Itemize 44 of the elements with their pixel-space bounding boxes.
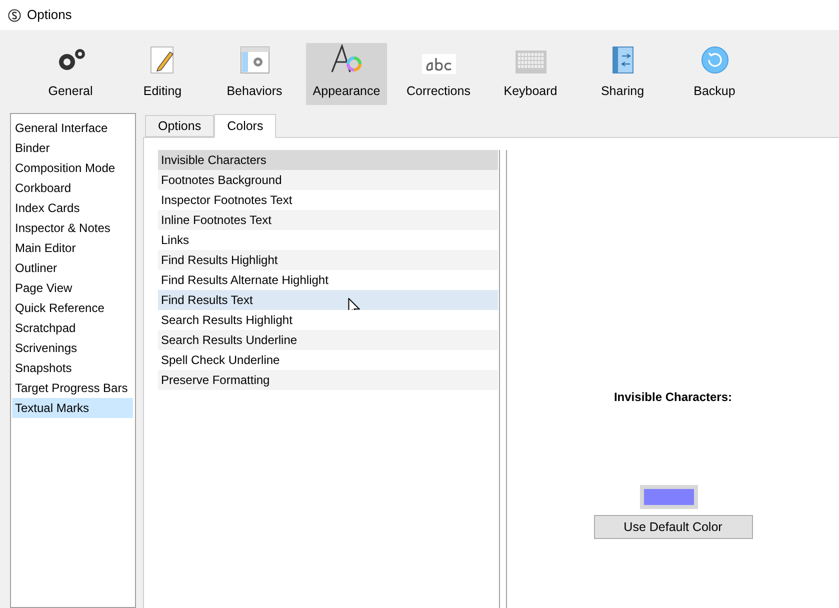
abc-icon — [422, 54, 456, 74]
sidebar-item[interactable]: Corkboard — [12, 178, 133, 198]
window-gear-icon — [240, 46, 270, 74]
backup-circle-icon — [700, 46, 728, 74]
toolbar-button[interactable]: Appearance — [306, 43, 387, 105]
sidebar-item[interactable]: Outliner — [12, 258, 133, 278]
sidebar-item[interactable]: Textual Marks — [12, 398, 133, 418]
color-list-item[interactable]: Search Results Underline — [158, 330, 498, 350]
tab[interactable]: Colors — [214, 114, 276, 138]
sidebar-item[interactable]: Scratchpad — [12, 318, 133, 338]
sidebar-item[interactable]: Snapshots — [12, 358, 133, 378]
sidebar-item[interactable]: Inspector & Notes — [12, 218, 133, 238]
sidebar-item[interactable]: Binder — [12, 138, 133, 158]
toolbar-button[interactable]: Editing — [122, 43, 203, 105]
sidebar-item[interactable]: Main Editor — [12, 238, 133, 258]
color-list-item[interactable]: Invisible Characters — [158, 150, 498, 170]
sidebar-item[interactable]: Index Cards — [12, 198, 133, 218]
window-title: Options — [27, 6, 72, 24]
tab[interactable]: Options — [145, 115, 214, 137]
color-list-item[interactable]: Inline Footnotes Text — [158, 210, 498, 230]
color-list-item[interactable]: Footnotes Background — [158, 170, 498, 190]
sidebar-item[interactable]: Page View — [12, 278, 133, 298]
toolbar-button[interactable]: General — [30, 43, 111, 105]
detail-heading: Invisible Characters: — [614, 389, 732, 406]
app-logo-icon — [8, 8, 21, 22]
pencil-note-icon — [150, 46, 176, 74]
sidebar-item[interactable]: Target Progress Bars — [12, 378, 133, 398]
letter-a-color-ring-icon — [330, 44, 364, 74]
toolbar-button[interactable]: Behaviors — [214, 43, 295, 105]
color-swatch[interactable] — [640, 485, 698, 509]
sidebar-item[interactable]: General Interface — [12, 118, 133, 138]
toolbar-button[interactable]: Keyboard — [490, 43, 571, 105]
color-list-item[interactable]: Find Results Text — [158, 290, 498, 310]
notebook-arrows-icon — [612, 46, 634, 74]
toolbar-button[interactable]: Sharing — [582, 43, 663, 105]
sidebar-item[interactable]: Scrivenings — [12, 338, 133, 358]
use-default-color-button[interactable]: Use Default Color — [594, 515, 752, 539]
sidebar-item[interactable]: Composition Mode — [12, 158, 133, 178]
keyboard-icon — [514, 50, 546, 74]
sidebar-item[interactable]: Quick Reference — [12, 298, 133, 318]
color-list-item[interactable]: Preserve Formatting — [158, 370, 498, 390]
toolbar-button[interactable]: Backup — [674, 43, 755, 105]
toolbar-button[interactable]: Corrections — [398, 43, 479, 105]
color-list-item[interactable]: Find Results Highlight — [158, 250, 498, 270]
